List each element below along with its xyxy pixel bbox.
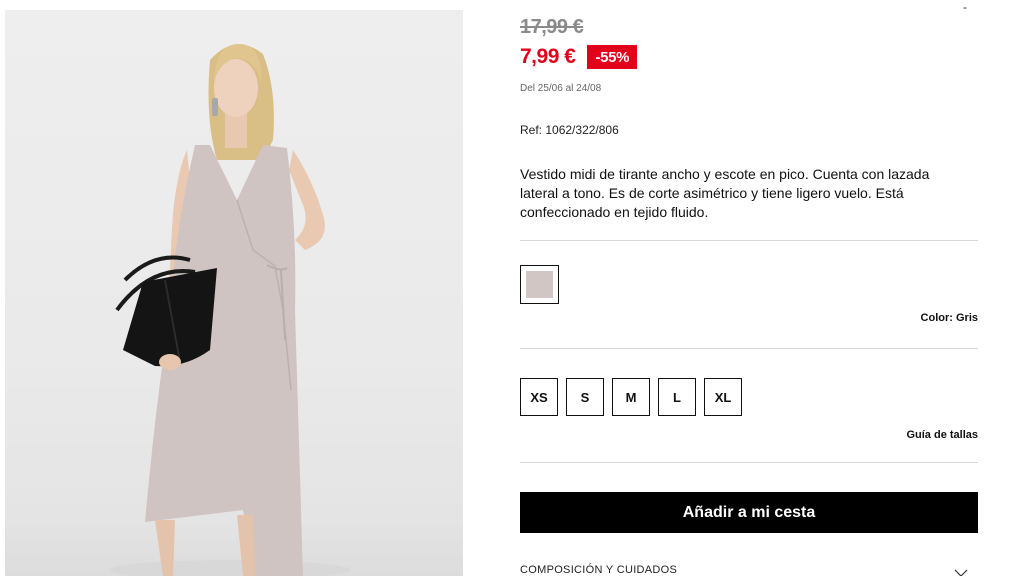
size-button-xl[interactable]: XL [704,378,742,416]
size-button-m[interactable]: M [612,378,650,416]
color-swatch[interactable] [520,265,559,304]
size-guide-link[interactable]: Guía de tallas [906,429,978,441]
ref-label: Ref: [520,123,543,137]
price-row: 7,99 € -55% [520,43,638,71]
size-selector: XS S M L XL [520,378,742,416]
promo-dates: Del 25/06 al 24/08 [520,83,602,94]
color-label: Color: Gris [920,312,978,324]
original-price: 17,99 € [520,16,584,38]
accordion-title: COMPOSICIÓN Y CUIDADOS [520,564,678,576]
product-reference: Ref: 1062/322/806 [520,123,619,137]
size-button-l[interactable]: L [658,378,696,416]
product-info-panel: - 17,99 € 7,99 € -55% Del 25/06 al 24/08… [520,0,978,576]
add-to-cart-button[interactable]: Añadir a mi cesta [520,492,978,533]
size-button-xs[interactable]: XS [520,378,558,416]
ref-value: 1062/322/806 [545,123,619,137]
sale-price: 7,99 € [520,45,576,68]
color-swatch-fill [526,271,553,298]
discount-badge: -55% [587,45,638,69]
product-description: Vestido midi de tirante ancho y escote e… [520,166,930,220]
chevron-down-icon [954,569,968,576]
product-image[interactable] [5,10,463,576]
size-button-s[interactable]: S [566,378,604,416]
composition-care-accordion[interactable]: COMPOSICIÓN Y CUIDADOS [520,564,978,576]
model-illustration [110,44,350,576]
top-mark: - [963,0,967,14]
divider [520,348,978,349]
divider [520,240,978,241]
divider [520,462,978,463]
